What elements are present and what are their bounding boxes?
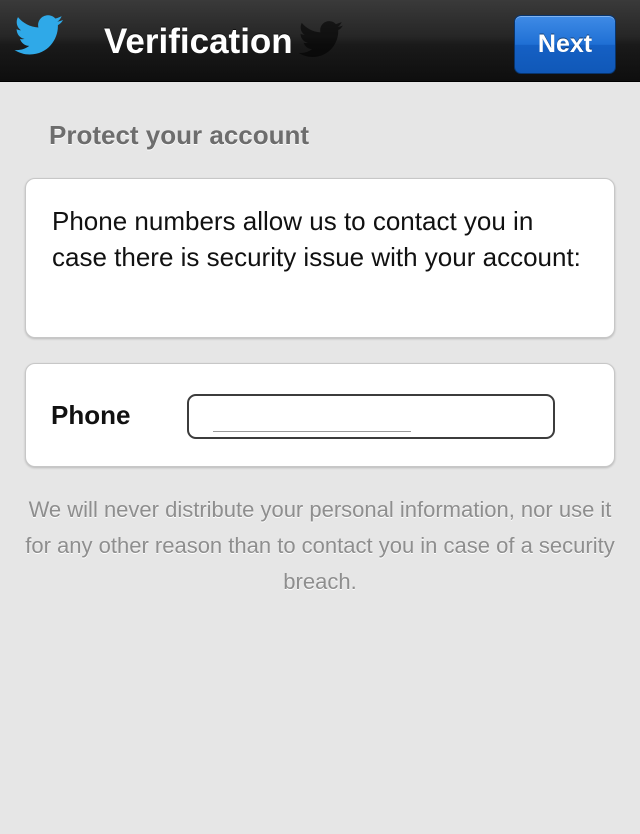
- twitter-bird-icon: [14, 15, 63, 55]
- info-text: Phone numbers allow us to contact you in…: [52, 206, 581, 272]
- info-card: Phone numbers allow us to contact you in…: [25, 178, 615, 338]
- page-title: Verification: [104, 22, 293, 61]
- phone-label: Phone: [51, 400, 131, 430]
- twitter-bird-watermark-icon: [298, 21, 343, 57]
- input-underline: [213, 431, 411, 432]
- navigation-bar: Verification Next: [0, 0, 640, 82]
- section-heading: Protect your account: [49, 120, 310, 150]
- phone-input[interactable]: [187, 394, 555, 439]
- phone-card: Phone: [25, 363, 615, 467]
- privacy-note: We will never distribute your personal i…: [25, 497, 615, 594]
- next-button[interactable]: Next: [514, 15, 616, 74]
